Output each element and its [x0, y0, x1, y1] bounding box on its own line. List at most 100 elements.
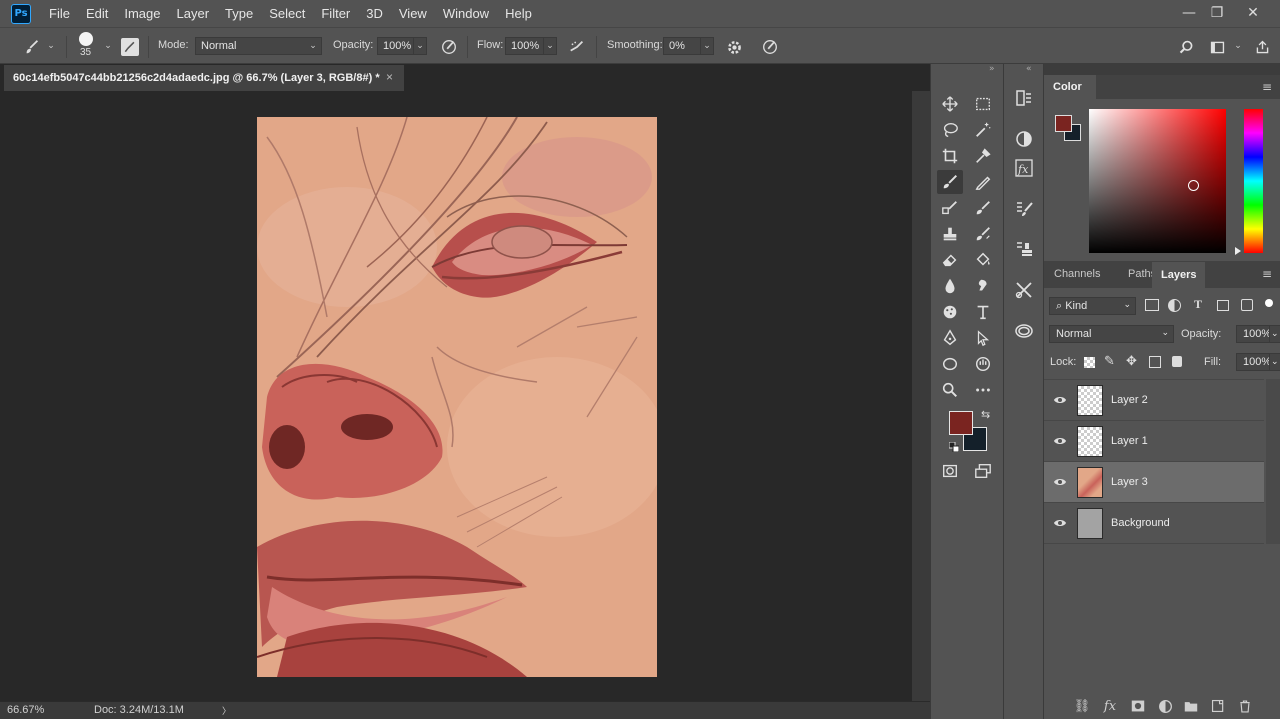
- menu-edit[interactable]: Edit: [78, 6, 116, 21]
- group-icon[interactable]: [1182, 697, 1200, 715]
- layer-opacity-input[interactable]: 100%: [1236, 325, 1271, 343]
- brushes-panel-icon[interactable]: [1012, 197, 1036, 221]
- lock-paint-icon[interactable]: ✎: [1104, 354, 1115, 369]
- clone-source-tool-icon[interactable]: [937, 196, 963, 220]
- brush-settings-icon[interactable]: [121, 38, 139, 56]
- filter-pixel-icon[interactable]: [1145, 299, 1159, 311]
- layer-row[interactable]: Layer 2: [1044, 380, 1264, 421]
- fill-input[interactable]: 100%: [1236, 353, 1271, 371]
- visibility-eye-icon[interactable]: [1053, 475, 1067, 489]
- menu-layer[interactable]: Layer: [169, 6, 218, 21]
- path-selection-tool-icon[interactable]: [970, 326, 996, 350]
- lasso-tool-icon[interactable]: [937, 118, 963, 142]
- menu-3d[interactable]: 3D: [358, 6, 391, 21]
- color-panel-foreground[interactable]: [1055, 115, 1072, 132]
- opacity-input[interactable]: 100%: [377, 37, 413, 55]
- layer-name[interactable]: Layer 3: [1111, 476, 1148, 488]
- mixer-brush-tool-icon[interactable]: [970, 222, 996, 246]
- tab-color[interactable]: Color: [1044, 75, 1091, 99]
- move-tool-icon[interactable]: [937, 92, 963, 116]
- filter-adjustment-icon[interactable]: [1168, 299, 1181, 312]
- hand-tool-icon[interactable]: [970, 352, 996, 376]
- close-window-button[interactable]: ✕: [1238, 3, 1268, 23]
- smudge-tool-icon[interactable]: [970, 274, 996, 298]
- pressure-opacity-icon[interactable]: [439, 37, 459, 57]
- menu-select[interactable]: Select: [261, 6, 313, 21]
- smoothing-arrow-icon[interactable]: ⌄: [700, 37, 714, 55]
- flow-arrow-icon[interactable]: ⌄: [543, 37, 557, 55]
- visibility-eye-icon[interactable]: [1053, 393, 1067, 407]
- foreground-color-swatch[interactable]: [949, 411, 973, 435]
- swap-colors-icon[interactable]: ⇆: [981, 408, 990, 421]
- minimize-button[interactable]: —: [1174, 3, 1204, 23]
- layers-panel-menu-icon[interactable]: ≡: [1262, 267, 1272, 281]
- color-picker-cursor[interactable]: [1188, 180, 1199, 191]
- layer-row[interactable]: Layer 1: [1044, 421, 1264, 462]
- brush-picker-arrow-icon[interactable]: ⌄: [101, 37, 115, 55]
- mode-dropdown[interactable]: Normal: [195, 37, 322, 55]
- brush-tool-icon[interactable]: [22, 37, 42, 57]
- vertical-scrollbar[interactable]: [912, 91, 930, 701]
- panel-menu-icon[interactable]: ≡: [1262, 80, 1272, 94]
- layer-row[interactable]: Background: [1044, 503, 1264, 544]
- layer-name[interactable]: Layer 2: [1111, 394, 1148, 406]
- layer-name[interactable]: Layer 1: [1111, 435, 1148, 447]
- lock-position-icon[interactable]: ✥: [1126, 354, 1137, 369]
- status-arrow-icon[interactable]: 〉: [222, 704, 231, 717]
- menu-window[interactable]: Window: [435, 6, 497, 21]
- workspace-icon[interactable]: [1207, 37, 1227, 57]
- trash-icon[interactable]: [1236, 697, 1254, 715]
- menu-file[interactable]: File: [41, 6, 78, 21]
- clone-source-panel-icon[interactable]: [1012, 237, 1036, 261]
- menu-help[interactable]: Help: [497, 6, 540, 21]
- lock-all-icon[interactable]: [1172, 356, 1182, 367]
- tab-layers[interactable]: Layers: [1152, 262, 1206, 288]
- filter-toggle-icon[interactable]: [1265, 299, 1273, 307]
- adjustments-panel-icon[interactable]: [1012, 127, 1036, 151]
- tab-channels[interactable]: Channels: [1045, 262, 1109, 286]
- lock-artboard-icon[interactable]: [1149, 356, 1161, 368]
- tool-preset-arrow-icon[interactable]: ⌄: [44, 37, 58, 55]
- airbrush-icon[interactable]: [567, 37, 587, 57]
- blend-mode-dropdown[interactable]: Normal ⌄: [1049, 325, 1174, 343]
- lock-transparent-icon[interactable]: [1084, 357, 1095, 368]
- magic-wand-tool-icon[interactable]: [970, 118, 996, 142]
- search-icon[interactable]: [1176, 37, 1196, 57]
- restore-button[interactable]: ❐: [1202, 3, 1232, 23]
- pressure-size-icon[interactable]: [760, 37, 780, 57]
- opacity-arrow-icon[interactable]: ⌄: [413, 37, 427, 55]
- more-tools-icon[interactable]: [970, 378, 996, 402]
- quick-mask-icon[interactable]: [937, 459, 963, 483]
- blur-tool-icon[interactable]: [937, 274, 963, 298]
- eyedropper-tool-icon[interactable]: [970, 144, 996, 168]
- layer-comps-icon[interactable]: [1012, 319, 1036, 343]
- visibility-eye-icon[interactable]: [1053, 516, 1067, 530]
- expand-panels-icon[interactable]: «: [1026, 64, 1032, 74]
- marquee-tool-icon[interactable]: [970, 92, 996, 116]
- eraser-tool-icon[interactable]: [937, 248, 963, 272]
- pen-tool-icon[interactable]: [937, 326, 963, 350]
- brush-tool-icon[interactable]: [937, 170, 963, 194]
- menu-type[interactable]: Type: [217, 6, 261, 21]
- filter-shape-icon[interactable]: [1217, 300, 1229, 311]
- gear-icon[interactable]: [724, 37, 744, 57]
- layer-filter-dropdown[interactable]: ⌕ Kind ⌄: [1049, 297, 1136, 315]
- pencil-tool-icon[interactable]: [970, 170, 996, 194]
- workspace-arrow-icon[interactable]: ⌄: [1231, 37, 1245, 55]
- layers-scrollbar[interactable]: [1266, 379, 1280, 544]
- color-picker-field[interactable]: [1089, 109, 1226, 253]
- screen-mode-icon[interactable]: [970, 459, 996, 483]
- zoom-tool-icon[interactable]: [937, 378, 963, 402]
- document-tab[interactable]: 60c14efb5047c44bb21256c2d4adaedc.jpg @ 6…: [4, 65, 404, 91]
- layer-row[interactable]: Layer 3: [1044, 462, 1264, 503]
- type-tool-icon[interactable]: [970, 300, 996, 324]
- hue-slider[interactable]: [1244, 109, 1263, 253]
- collapse-toolbar-icon[interactable]: »: [989, 64, 995, 74]
- filter-type-icon[interactable]: T: [1194, 297, 1202, 312]
- tool-presets-icon[interactable]: [1012, 278, 1036, 302]
- menu-filter[interactable]: Filter: [313, 6, 358, 21]
- sponge-tool-icon[interactable]: [937, 300, 963, 324]
- mask-icon[interactable]: [1129, 697, 1147, 715]
- artwork-canvas[interactable]: [257, 117, 657, 677]
- adjustment-icon[interactable]: [1156, 697, 1174, 715]
